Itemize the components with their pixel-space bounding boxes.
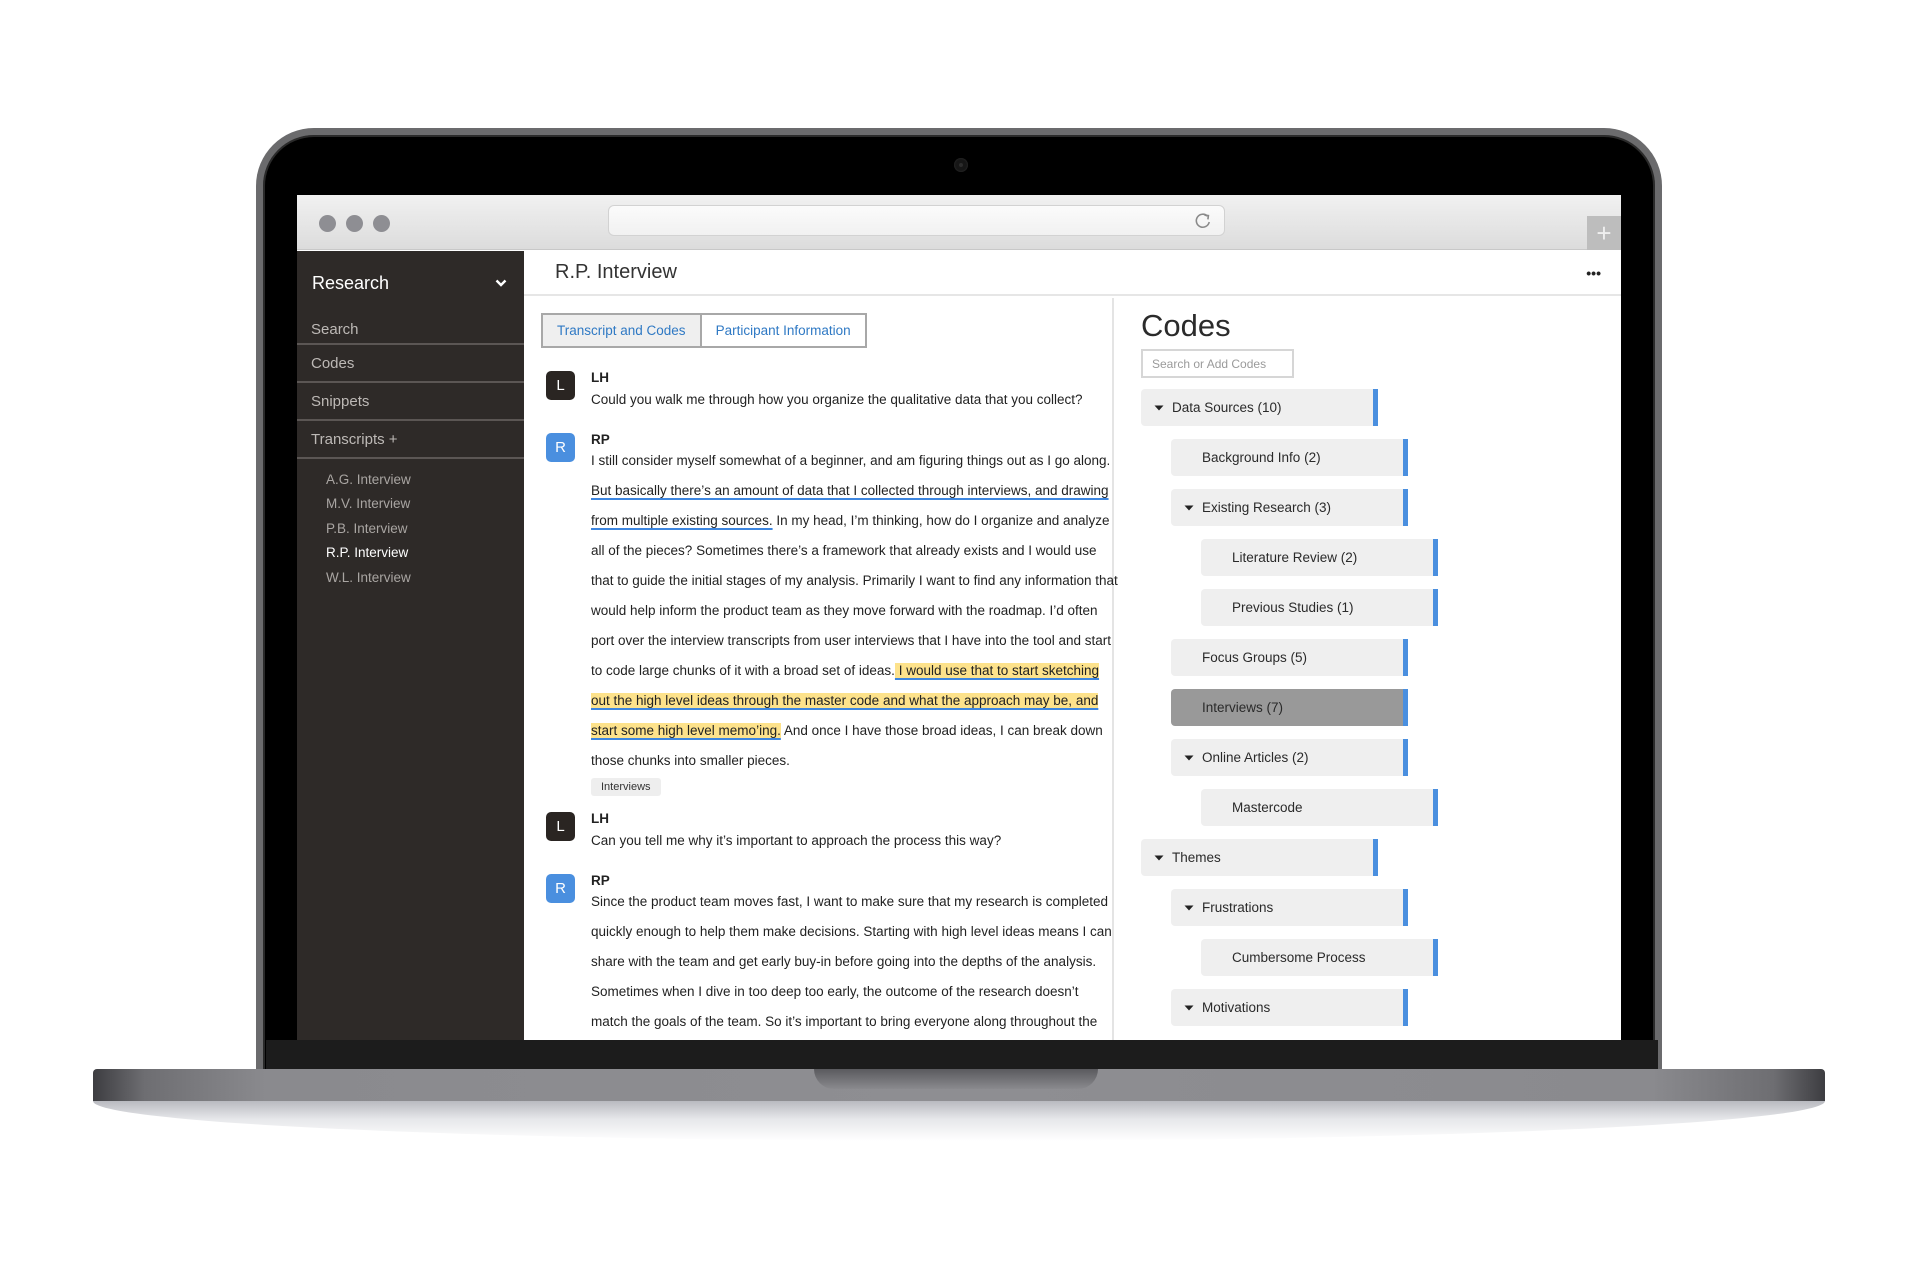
code-label: Mastercode [1232,800,1303,815]
utterance-text[interactable]: I still consider myself somewhat of a be… [591,446,1118,776]
utterance-text[interactable]: Can you tell me why it’s important to ap… [591,830,1118,852]
transcript-link-mv[interactable]: M.V. Interview [326,492,524,517]
code-item[interactable]: Motivations [1171,989,1408,1026]
browser-toolbar: + [297,195,1621,250]
utterance-text[interactable]: Since the product team moves fast, I wan… [591,887,1118,1040]
transcript-panel: Transcript and Codes Participant Informa… [524,298,1118,1040]
address-bar[interactable] [608,205,1225,236]
sidebar-item-label: Search [311,320,359,338]
caret-down-icon[interactable] [1184,903,1194,913]
code-item[interactable]: Focus Groups (5) [1171,639,1408,676]
caret-down-icon[interactable] [1154,853,1164,863]
code-label: Literature Review (2) [1232,550,1358,565]
project-switcher[interactable]: Research [297,251,524,315]
code-item[interactable]: Mastercode [1201,789,1438,826]
code-label: Data Sources (10) [1172,400,1282,415]
project-name: Research [312,272,390,293]
avatar: L [546,371,575,400]
transcript-turn: L LH Can you tell me why it’s important … [541,810,1112,852]
tab-participant-information[interactable]: Participant Information [701,313,867,348]
reload-icon[interactable] [1192,210,1214,232]
code-label: Background Info (2) [1202,450,1321,465]
tab-bar: Transcript and Codes Participant Informa… [541,313,1112,348]
speaker-name: LH [591,370,609,385]
speaker-name: LH [591,811,609,826]
transcript-turn: R RP I still consider myself somewhat of… [541,431,1118,796]
code-item[interactable]: Online Articles (2) [1171,739,1408,776]
code-item[interactable]: Existing Research (3) [1171,489,1408,526]
code-item[interactable]: Frustrations [1171,889,1408,926]
code-item[interactable]: Themes [1141,839,1378,876]
sidebar-item-label: Transcripts + [311,430,398,448]
transcript-turn: R RP Since the product team moves fast, … [541,872,1112,1040]
code-item[interactable]: Literature Review (2) [1201,539,1438,576]
transcript-link-rp[interactable]: R.P. Interview [326,541,524,566]
transcript-link-pb[interactable]: P.B. Interview [326,516,524,541]
code-label: Frustrations [1202,900,1274,915]
camera-icon [954,158,968,172]
page-title: R.P. Interview [555,261,677,283]
caret-down-icon[interactable] [1184,1003,1194,1013]
tab-transcript-and-codes[interactable]: Transcript and Codes [541,313,702,348]
sidebar-item-search[interactable]: Search [297,315,524,345]
transcript-list: A.G. Interview M.V. Interview P.B. Inter… [297,459,524,590]
page-header: R.P. Interview ••• [524,251,1621,296]
code-label: Cumbersome Process [1232,950,1366,965]
close-window-button[interactable] [319,215,336,232]
new-tab-button[interactable]: + [1587,216,1621,250]
code-item[interactable]: Cumbersome Process [1201,939,1438,976]
avatar: L [546,812,575,841]
sidebar-item-codes[interactable]: Codes [297,345,524,383]
code-item[interactable]: Background Info (2) [1171,439,1408,476]
sidebar-item-transcripts[interactable]: Transcripts + [297,421,524,459]
code-item[interactable]: Data Sources (10) [1141,389,1378,426]
screen: + Research Search Codes Snippets Transcr… [297,195,1621,1040]
codes-panel: Codes Data Sources (10) Background Info (… [1116,298,1621,1040]
code-label: Online Articles (2) [1202,750,1309,765]
laptop-shadow [93,1101,1825,1141]
code-label: Motivations [1202,1000,1271,1015]
text-segment[interactable]: I still consider myself somewhat of a be… [591,453,1110,468]
caret-down-icon[interactable] [1184,503,1194,513]
utterance-text[interactable]: Could you walk me through how you organi… [591,389,1118,411]
code-label: Previous Studies (1) [1232,600,1354,615]
codes-search-input[interactable] [1141,349,1294,378]
transcript-turn: L LH Could you walk me through how you o… [541,369,1112,411]
codes-title: Codes [1141,308,1231,343]
maximize-window-button[interactable] [373,215,390,232]
caret-down-icon[interactable] [1184,753,1194,763]
minimize-window-button[interactable] [346,215,363,232]
code-label: Focus Groups (5) [1202,650,1308,665]
transcript-link-wl[interactable]: W.L. Interview [326,565,524,590]
text-segment[interactable]: In my head, I’m thinking, how do I organ… [591,513,1118,678]
code-label: Themes [1172,850,1221,865]
transcript-link-ag[interactable]: A.G. Interview [326,467,524,492]
chevron-down-icon [495,279,507,287]
avatar: R [546,433,575,462]
code-item[interactable]: Previous Studies (1) [1201,589,1438,626]
sidebar-item-snippets[interactable]: Snippets [297,383,524,421]
code-label: Interviews (7) [1202,700,1284,715]
avatar: R [546,874,575,903]
caret-down-icon[interactable] [1154,403,1164,413]
laptop-notch [814,1069,1098,1089]
sidebar: Research Search Codes Snippets Transcrip… [297,251,524,1040]
sidebar-item-label: Codes [311,354,355,372]
sidebar-item-label: Snippets [311,392,370,410]
code-chip[interactable]: Interviews [591,778,661,796]
code-label: Existing Research (3) [1202,500,1332,515]
more-options-icon[interactable]: ••• [1586,265,1601,281]
code-item[interactable]: Interviews (7) [1171,689,1408,726]
code-tree: Data Sources (10) Background Info (2) Exis… [1141,389,1621,1026]
